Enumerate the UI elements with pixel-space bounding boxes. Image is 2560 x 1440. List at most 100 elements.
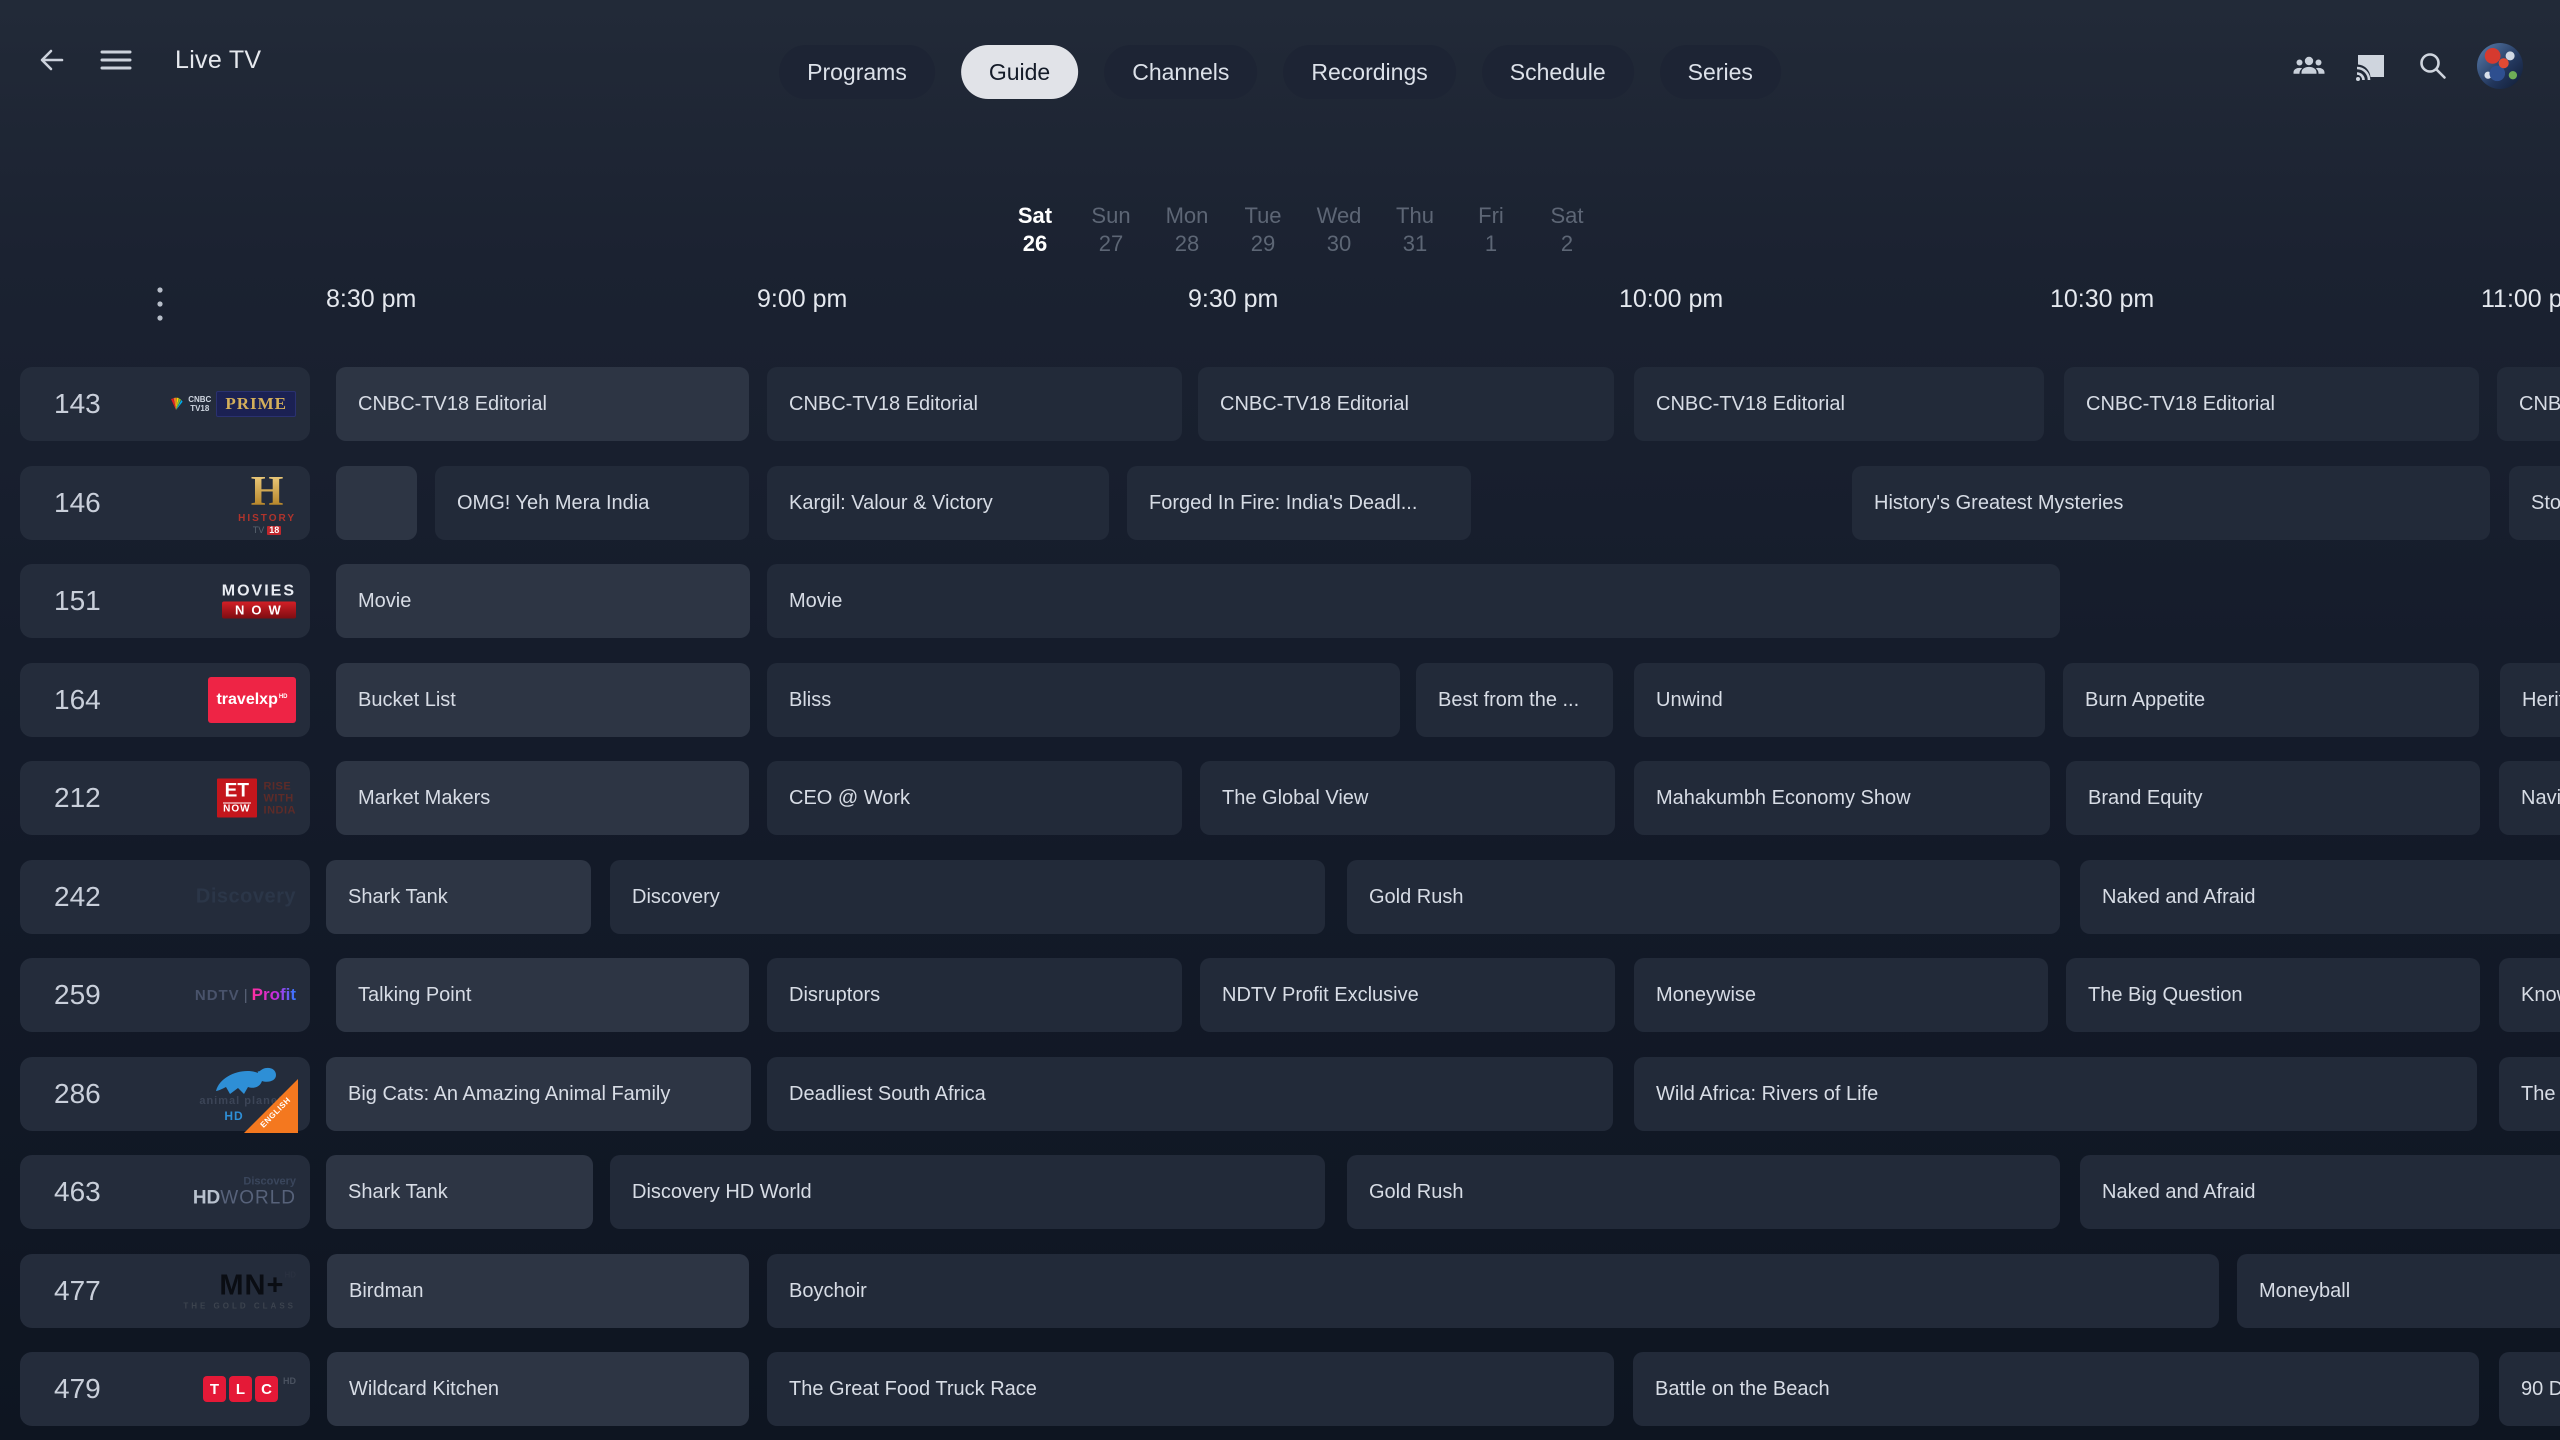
group-icon[interactable] [2291,48,2327,84]
discovery-logo: Discovery [196,886,296,909]
program-cell[interactable]: Bliss [767,663,1400,737]
program-cell[interactable]: CNB [2497,367,2560,441]
program-cell[interactable]: Mahakumbh Economy Show [1634,761,2050,835]
program-cell[interactable]: Wildcard Kitchen [327,1352,749,1426]
program-cell[interactable]: Shark Tank [326,860,591,934]
program-cell[interactable]: The Global View [1200,761,1615,835]
program-cell[interactable]: Naked and Afraid [2080,1155,2560,1229]
date-fri-1[interactable]: Fri1 [1453,203,1529,259]
channel-cell-164[interactable]: 164travelxpHD [20,663,310,737]
date-sat-2[interactable]: Sat2 [1529,203,1605,259]
program-cell[interactable]: OMG! Yeh Mera India [435,466,749,540]
date-sun-27[interactable]: Sun27 [1073,203,1149,259]
program-cell[interactable]: Burn Appetite [2063,663,2479,737]
program-cell[interactable]: Moneyball [2237,1254,2560,1328]
program-cell[interactable]: Bucket List [336,663,750,737]
program-cell[interactable]: Talking Point [336,958,749,1032]
program-cell[interactable]: CNBC-TV18 Editorial [767,367,1182,441]
program-cell[interactable]: Disruptors [767,958,1182,1032]
menu-icon[interactable] [99,43,133,77]
program-cell[interactable]: Birdman [327,1254,749,1328]
channel-cell-463[interactable]: 463DiscoveryHDWORLD [20,1155,310,1229]
program-cell[interactable]: NDTV Profit Exclusive [1200,958,1615,1032]
program-cell[interactable]: Gold Rush [1347,860,2060,934]
program-cell[interactable]: Movie [336,564,750,638]
program-cell[interactable]: Forged In Fire: India's Deadl... [1127,466,1471,540]
avatar[interactable] [2477,43,2523,89]
channel-cell-479[interactable]: 479TLCHD [20,1352,310,1426]
channel-cell-146[interactable]: 146HHISTORYTV18 [20,466,310,540]
channel-cell-477[interactable]: 477MN+HDTHE GOLD CLASS [20,1254,310,1328]
tab-programs[interactable]: Programs [779,45,935,99]
program-cell[interactable]: Brand Equity [2066,761,2480,835]
time-label: 9:00 pm [757,285,847,314]
channel-cell-286[interactable]: 286animal planetHDENGLISH [20,1057,310,1131]
program-cell[interactable]: CEO @ Work [767,761,1182,835]
channel-number: 146 [54,466,101,540]
date-num-label: 30 [1301,229,1377,259]
program-cell[interactable]: Naked and Afraid [2080,860,2560,934]
program-title: CNBC-TV18 Editorial [2086,393,2275,416]
program-cell[interactable]: Navi [2499,761,2560,835]
cast-icon[interactable] [2353,48,2389,84]
program-cell[interactable]: Big Cats: An Amazing Animal Family [326,1057,751,1131]
channel-cell-259[interactable]: 259NDTV|Profit [20,958,310,1032]
channel-cell-212[interactable]: 212ETNOWRISEWITHINDIA [20,761,310,835]
program-cell[interactable]: CNBC-TV18 Editorial [336,367,749,441]
channel-row-477: 477MN+HDTHE GOLD CLASSBirdmanBoychoir Mon… [0,1254,2560,1328]
program-title: History's Greatest Mysteries [1874,492,2123,515]
date-strip: Sat26Sun27Mon28Tue29Wed30Thu31Fri1Sat2 [997,203,1605,259]
channel-number: 151 [54,564,101,638]
tab-channels[interactable]: Channels [1104,45,1257,99]
program-cell[interactable]: The [2499,1057,2560,1131]
program-cell[interactable]: The Big Question [2066,958,2480,1032]
tab-guide[interactable]: Guide [961,45,1078,99]
program-cell[interactable]: Discovery HD World [610,1155,1325,1229]
program-cell[interactable]: Moneywise [1634,958,2048,1032]
program-cell[interactable]: CNBC-TV18 Editorial [1198,367,1614,441]
program-cell[interactable]: Market Makers [336,761,749,835]
tab-schedule[interactable]: Schedule [1482,45,1634,99]
date-sat-26[interactable]: Sat26 [997,203,1073,259]
program-cell[interactable]: CNBC-TV18 Editorial [2064,367,2479,441]
time-label: 10:00 pm [1619,285,1723,314]
tab-series[interactable]: Series [1660,45,1781,99]
program-cell[interactable]: Boychoir [767,1254,2219,1328]
program-cell[interactable]: CNBC-TV18 Editorial [1634,367,2044,441]
program-cell[interactable]: The Great Food Truck Race [767,1352,1614,1426]
program-title: CNBC-TV18 Editorial [1656,393,1845,416]
program-cell[interactable]: Kargil: Valour & Victory [767,466,1109,540]
program-cell[interactable]: Deadliest South Africa [767,1057,1613,1131]
date-tue-29[interactable]: Tue29 [1225,203,1301,259]
program-title: Moneyball [2259,1280,2350,1303]
program-cell[interactable]: Sto [2509,466,2560,540]
program-cell[interactable]: Wild Africa: Rivers of Life [1634,1057,2477,1131]
program-cell[interactable]: Unwind [1634,663,2045,737]
program-cell[interactable]: Discovery [610,860,1325,934]
program-cell[interactable]: History's Greatest Mysteries [1852,466,2490,540]
program-title: CEO @ Work [789,787,910,810]
search-icon[interactable] [2415,48,2451,84]
program-cell[interactable]: Movie [767,564,2060,638]
movies-now-logo: MOVIESNOW [222,584,296,619]
program-cell[interactable]: Herit [2500,663,2560,737]
program-cell[interactable]: 90 D [2499,1352,2560,1426]
program-cell[interactable]: Know [2499,958,2560,1032]
channel-cell-242[interactable]: 242Discovery [20,860,310,934]
program-title: CNBC-TV18 Editorial [358,393,547,416]
channel-cell-143[interactable]: 143CNBCTV18PRIME [20,367,310,441]
time-label: 9:30 pm [1188,285,1278,314]
channel-cell-151[interactable]: 151 MOVIESNOW [20,564,310,638]
date-thu-31[interactable]: Thu31 [1377,203,1453,259]
more-options-icon[interactable] [152,283,168,329]
program-cell[interactable]: Best from the ... [1416,663,1613,737]
program-cell[interactable] [336,466,417,540]
program-cell[interactable]: Shark Tank [326,1155,593,1229]
program-cell[interactable]: Battle on the Beach [1633,1352,2479,1426]
date-mon-28[interactable]: Mon28 [1149,203,1225,259]
channel-row-242: 242DiscoveryShark Tank Discovery Gold Rush… [0,860,2560,934]
date-wed-30[interactable]: Wed30 [1301,203,1377,259]
program-cell[interactable]: Gold Rush [1347,1155,2060,1229]
tab-recordings[interactable]: Recordings [1283,45,1455,99]
back-arrow-icon[interactable] [35,43,69,77]
